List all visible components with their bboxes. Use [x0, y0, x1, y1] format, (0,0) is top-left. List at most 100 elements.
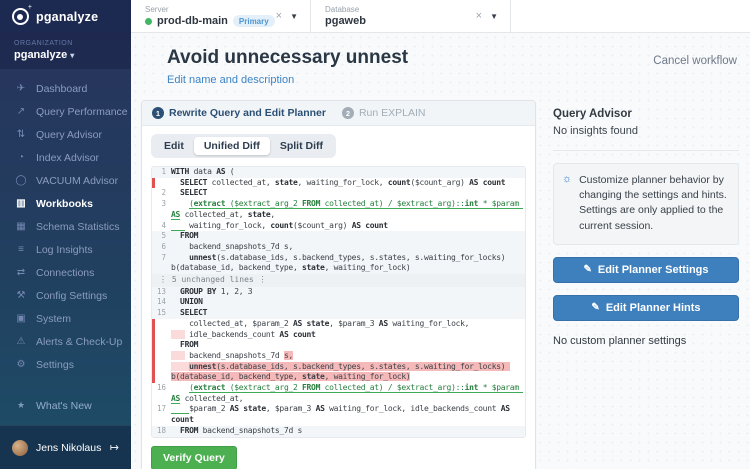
organization-switcher[interactable]: ORGANIZATION pganalyze ▾ — [0, 33, 131, 69]
line-number: 1 — [152, 167, 171, 178]
step-label: Rewrite Query and Edit Planner — [169, 107, 326, 119]
sidebar-item-query-performance[interactable]: ↗Query Performance — [0, 100, 131, 123]
line-number: 2 — [152, 188, 171, 199]
table-icon: ▦ — [15, 221, 27, 232]
sidebar-item-label: System — [36, 313, 71, 325]
database-selector[interactable]: Database pgaweb × ▼ — [311, 0, 511, 32]
verify-query-button[interactable]: Verify Query — [151, 446, 237, 469]
button-label: Edit Planner Settings — [598, 264, 709, 276]
sidebar-item-label: Alerts & Check-Up — [36, 336, 122, 348]
sidebar-item-label: Query Performance — [36, 106, 128, 118]
sidebar-item-whats-new[interactable]: ★ What's New — [0, 394, 131, 417]
sidebar-item-index-advisor[interactable]: ◔ Index Advisor — [0, 146, 131, 169]
sidebar-item-dashboard[interactable]: ✈Dashboard — [0, 77, 131, 100]
sidebar-item-label: Config Settings — [36, 290, 107, 302]
server-selector[interactable]: Server prod-db-main Primary × ▼ — [131, 0, 311, 32]
gear-icon: ⚙ — [15, 359, 27, 370]
code-line: 7 unnest(s.database_ids, s.backend_types… — [152, 253, 525, 274]
query-advisor-title: Query Advisor — [553, 108, 739, 120]
step-run-explain[interactable]: 2 Run EXPLAIN — [342, 107, 426, 119]
logout-icon[interactable]: ↦ — [110, 441, 119, 454]
code-line: 15 SELECT — [152, 308, 525, 319]
line-number — [152, 178, 171, 189]
page-title: Avoid unnecessary unnest — [167, 47, 408, 69]
button-label: Edit Planner Hints — [606, 302, 701, 314]
tab-split-diff[interactable]: Split Diff — [270, 137, 333, 155]
pganalyze-logo[interactable]: pganalyze — [0, 0, 131, 33]
tab-edit[interactable]: Edit — [154, 137, 194, 155]
server-clear-icon[interactable]: × — [276, 10, 282, 22]
sidebar-item-schema-statistics[interactable]: ▦ Schema Statistics — [0, 215, 131, 238]
sidebar-item-alerts-check-up[interactable]: ⚠Alerts & Check-Up — [0, 330, 131, 353]
primary-badge: Primary — [233, 15, 275, 27]
line-number: 4 — [152, 221, 171, 232]
code-line: 17 $param_2 AS state, $param_3 AS waitin… — [152, 404, 525, 425]
edit-planner-hints-button[interactable]: ✎Edit Planner Hints — [553, 295, 739, 321]
sidebar-item-system[interactable]: ▣ System — [0, 307, 131, 330]
whats-new-label: What's New — [36, 400, 92, 412]
server-status-dot — [145, 18, 152, 25]
step-label: Run EXPLAIN — [359, 107, 426, 119]
code-line: backend_snapshots_7d s, — [152, 351, 525, 362]
sidebar-item-config-settings[interactable]: ⚒Config Settings — [0, 284, 131, 307]
user-name: Jens Nikolaus — [36, 442, 102, 454]
sidebar-item-label: Settings — [36, 359, 74, 371]
sidebar-item-label: Connections — [36, 267, 94, 279]
edit-pencil-icon: ✎ — [583, 264, 591, 275]
tab-unified-diff[interactable]: Unified Diff — [194, 137, 270, 155]
sidebar-item-query-advisor[interactable]: ⇅Query Advisor — [0, 123, 131, 146]
sidebar-item-label: Schema Statistics — [36, 221, 119, 233]
sliders-icon: ⇅ — [15, 129, 27, 140]
sidebar: ORGANIZATION pganalyze ▾ ✈Dashboard↗Quer… — [0, 33, 131, 469]
database-label: Database — [325, 5, 366, 14]
code-line: 16 (extract ($extract_arg_2 FROM collect… — [152, 383, 525, 404]
line-number — [152, 319, 171, 330]
user-menu[interactable]: Jens Nikolaus ↦ — [0, 425, 131, 469]
planner-info-text: Customize planner behavior by changing t… — [579, 173, 729, 234]
code-line: SELECT collected_at, state, waiting_for_… — [152, 178, 525, 189]
planner-buttons: ✎ Edit Planner Settings ✎Edit Planner Hint… — [553, 257, 739, 321]
code-line: FROM — [152, 340, 525, 351]
workbooks-icon: ▥ — [15, 198, 27, 209]
sidebar-nav: ✈Dashboard↗Query Performance⇅Query Advis… — [0, 77, 131, 376]
sidebar-item-vacuum-advisor[interactable]: ◯VACUUM Advisor — [0, 169, 131, 192]
edit-planner-settings-button[interactable]: ✎ Edit Planner Settings — [553, 257, 739, 283]
server-dropdown-icon[interactable]: ▼ — [290, 12, 298, 21]
database-dropdown-icon[interactable]: ▼ — [490, 12, 498, 21]
sidebar-item-workbooks[interactable]: ▥ Workbooks — [0, 192, 131, 215]
user-avatar — [12, 440, 28, 456]
edit-name-description-link[interactable]: Edit name and description — [167, 74, 294, 86]
sidebar-item-settings[interactable]: ⚙ Settings — [0, 353, 131, 376]
code-line: 14 UNION — [152, 297, 525, 308]
server-icon: ▣ — [15, 313, 27, 324]
line-number — [152, 330, 171, 341]
lightbulb-icon: ☼ — [562, 173, 572, 234]
server-name: prod-db-main — [157, 15, 228, 27]
paper-plane-icon: ✈ — [15, 83, 27, 94]
step-rewrite-query-and-edit-planner[interactable]: 1Rewrite Query and Edit Planner — [152, 107, 326, 119]
database-name: pgaweb — [325, 15, 366, 27]
arrows-icon: ⇄ — [15, 267, 27, 278]
line-number: 17 — [152, 404, 171, 425]
query-advisor-panel: Query Advisor No insights found ☼ Custom… — [553, 108, 739, 347]
cancel-workflow-link[interactable]: Cancel workflow — [653, 55, 737, 67]
line-number: 7 — [152, 253, 171, 274]
server-label: Server — [145, 5, 275, 14]
code-line: 4 waiting_for_lock, count($count_arg) AS… — [152, 221, 525, 232]
sidebar-item-label: Workbooks — [36, 198, 93, 210]
database-clear-icon[interactable]: × — [476, 10, 482, 22]
code-line: collected_at, $param_2 AS state, $param_… — [152, 319, 525, 330]
code-line: 13 GROUP BY 1, 2, 3 — [152, 287, 525, 298]
organization-label: ORGANIZATION — [14, 40, 117, 47]
planner-info-box: ☼ Customize planner behavior by changing… — [553, 163, 739, 245]
pganalyze-logo-text: pganalyze — [36, 10, 98, 24]
code-line: 5 FROM — [152, 231, 525, 242]
code-line: 6 backend_snapshots_7d s, — [152, 242, 525, 253]
step-number-icon: 2 — [342, 107, 354, 119]
gauge-icon: ◔ — [15, 152, 27, 163]
code-line: 2 SELECT — [152, 188, 525, 199]
sidebar-item-connections[interactable]: ⇄ Connections — [0, 261, 131, 284]
sidebar-item-log-insights[interactable]: ≡Log Insights — [0, 238, 131, 261]
sidebar-item-label: Index Advisor — [36, 152, 99, 164]
sql-diff-editor[interactable]: 1WITH data AS ( SELECT collected_at, sta… — [151, 166, 526, 438]
